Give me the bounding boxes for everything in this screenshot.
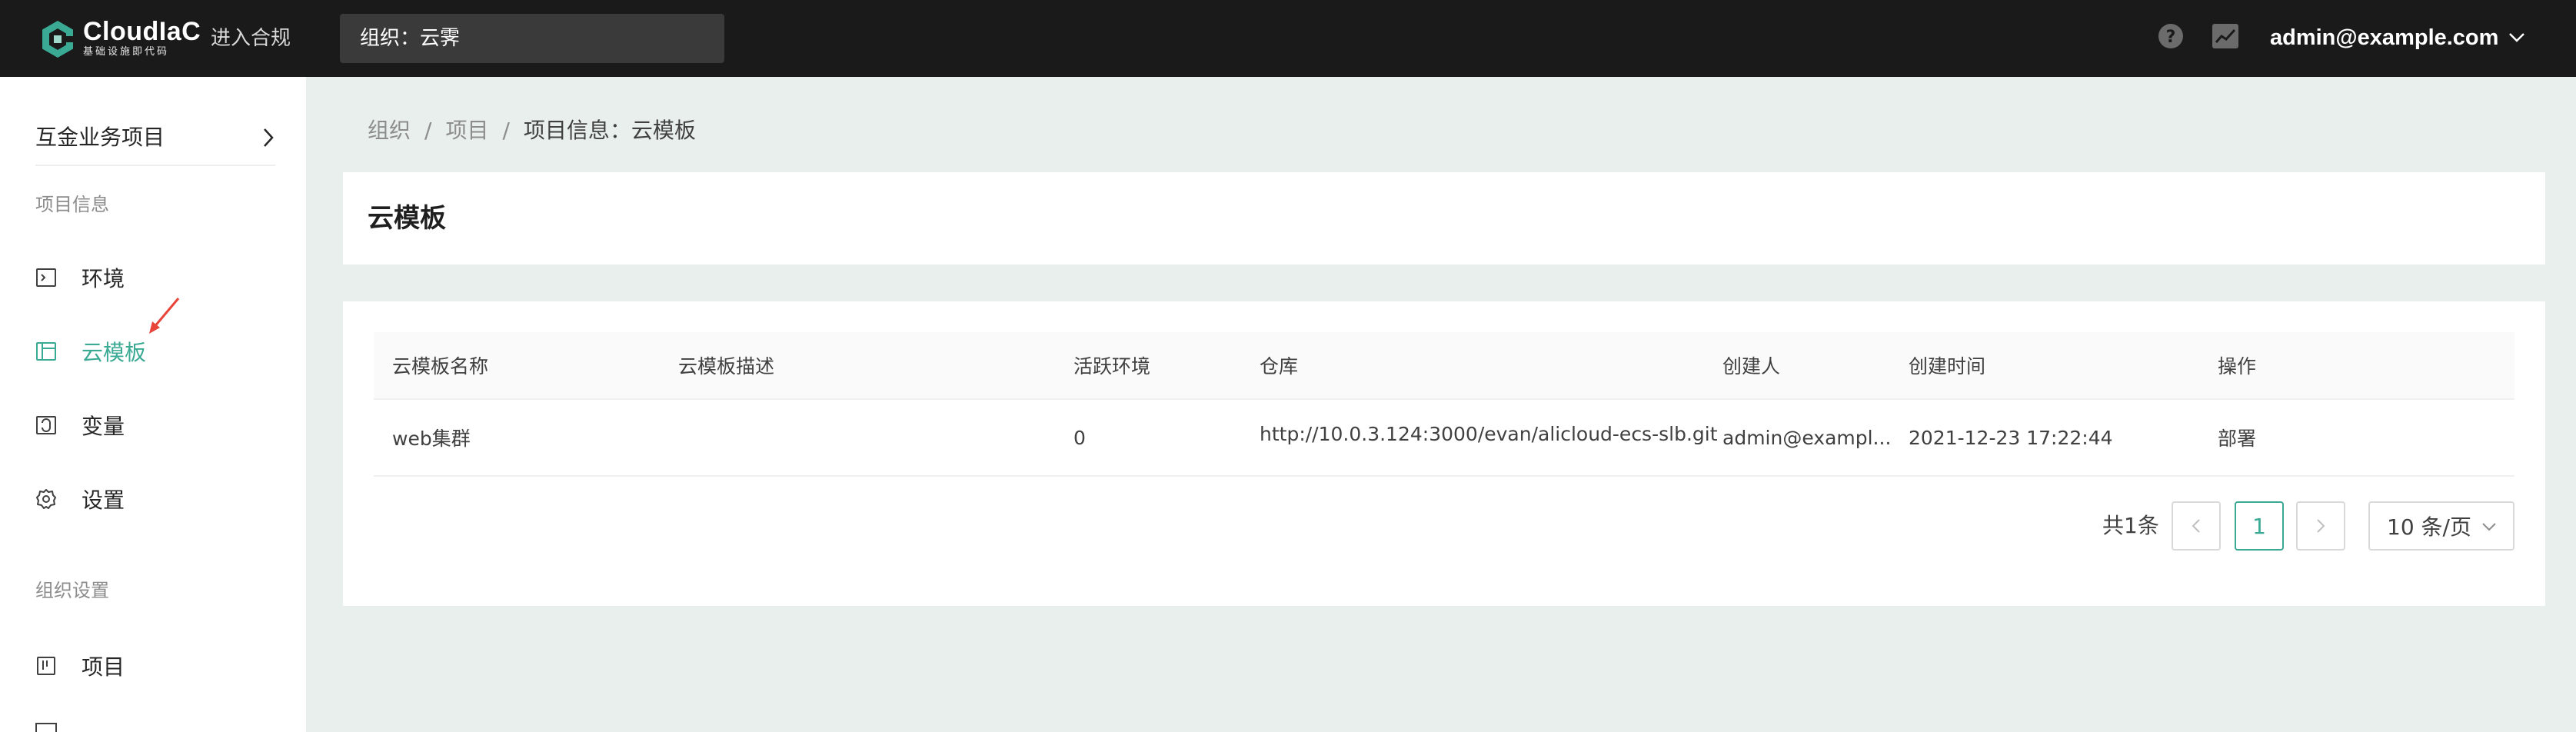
cloudiac-logo-icon[interactable]	[37, 18, 78, 60]
project-switcher[interactable]: 互金业务项目	[35, 111, 275, 166]
brand-subtitle: 基础设施即代码	[83, 46, 170, 58]
templates-table-card: 云模板名称 云模板描述 活跃环境 仓库 创建人 创建时间 操作 web集群 0 …	[343, 301, 2545, 606]
table-header: 云模板名称 云模板描述 活跃环境 仓库 创建人 创建时间 操作	[374, 332, 2514, 400]
sidebar-item-cloud-templates[interactable]: 云模板	[35, 332, 281, 371]
chevron-down-icon	[2509, 33, 2525, 42]
breadcrumb-separator: /	[502, 118, 510, 143]
svg-text:?: ?	[2166, 28, 2176, 47]
cell-active-envs: 0	[1073, 426, 1086, 449]
pagination-prev-button[interactable]	[2172, 501, 2221, 551]
breadcrumb-item-org[interactable]: 组织	[368, 117, 411, 145]
brand[interactable]: CloudIaC 基础设施即代码	[83, 17, 201, 58]
chevron-right-icon	[264, 128, 274, 147]
board-icon	[37, 657, 55, 675]
user-email: admin@example.com	[2270, 25, 2499, 50]
sidebar-item-variables[interactable]: 变量	[35, 406, 281, 444]
gear-icon	[36, 489, 56, 509]
chevron-left-icon	[2192, 519, 2200, 533]
sidebar-item-projects[interactable]: 项目	[35, 647, 281, 685]
terminal-icon	[36, 268, 56, 287]
project-name: 互金业务项目	[35, 125, 165, 150]
sidebar-item-label: 设置	[82, 487, 125, 513]
sidebar: 互金业务项目 项目信息 环境 云模板 变量 设置 组织设置 项目	[0, 77, 306, 732]
repo-link[interactable]: http://10.0.3.124:3000/evan/alicloud-ecs…	[1260, 400, 1718, 475]
sidebar-item-label: 变量	[82, 414, 125, 439]
brand-name: CloudIaC	[83, 17, 201, 46]
user-menu[interactable]: admin@example.com	[2270, 22, 2526, 54]
page-header-card: 云模板	[343, 172, 2545, 265]
breadcrumb-separator: /	[424, 118, 432, 143]
column-header-name: 云模板名称	[392, 355, 489, 378]
pagination-total: 共1条	[2102, 513, 2159, 538]
help-icon[interactable]: ?	[2158, 23, 2184, 49]
chart-icon[interactable]	[2212, 23, 2239, 49]
enter-compliance-link[interactable]: 进入合规	[211, 25, 291, 52]
sidebar-item-partial-icon	[35, 723, 57, 732]
annotation-arrow-icon	[149, 298, 180, 334]
sidebar-item-label: 项目	[82, 654, 125, 680]
chevron-down-icon	[2482, 523, 2496, 531]
column-header-actions: 操作	[2218, 355, 2257, 378]
cell-created-at: 2021-12-23 17:22:44	[1909, 426, 2113, 449]
pagination-next-button[interactable]	[2296, 501, 2345, 551]
column-header-description: 云模板描述	[678, 355, 775, 378]
column-header-repo: 仓库	[1260, 355, 1299, 378]
group-title-org-settings: 组织设置	[35, 580, 109, 601]
breadcrumb-current: 项目信息：云模板	[523, 118, 696, 143]
breadcrumb: 组织 / 项目 / 项目信息：云模板	[368, 117, 696, 145]
table-row: web集群 0 http://10.0.3.124:3000/evan/alic…	[374, 400, 2514, 477]
variable-icon	[36, 416, 56, 434]
group-title-project-info: 项目信息	[35, 194, 109, 215]
pagination-page-button[interactable]: 1	[2235, 501, 2284, 551]
page-title: 云模板	[368, 203, 446, 234]
breadcrumb-item-projects[interactable]: 项目	[445, 117, 488, 145]
layout-icon	[36, 342, 56, 361]
chevron-right-icon	[2317, 519, 2325, 533]
sidebar-item-settings[interactable]: 设置	[35, 480, 281, 518]
cell-template-name: web集群	[392, 428, 471, 450]
page-size-value: 10 条/页	[2387, 514, 2471, 540]
org-selector[interactable]: 组织：云霁	[340, 14, 724, 63]
column-header-active-envs: 活跃环境	[1073, 355, 1151, 378]
sidebar-item-label: 环境	[82, 266, 125, 291]
page-size-select[interactable]: 10 条/页	[2368, 501, 2514, 551]
top-bar: CloudIaC 基础设施即代码 进入合规 组织：云霁 ? admin@exam…	[0, 0, 2576, 77]
sidebar-item-label: 云模板	[82, 340, 147, 365]
column-header-creator: 创建人	[1722, 355, 1781, 378]
column-header-created-at: 创建时间	[1909, 355, 1986, 378]
cell-creator: admin@exampl...	[1722, 426, 1892, 449]
sidebar-item-environments[interactable]: 环境	[35, 258, 281, 297]
deploy-link[interactable]: 部署	[2218, 400, 2256, 475]
